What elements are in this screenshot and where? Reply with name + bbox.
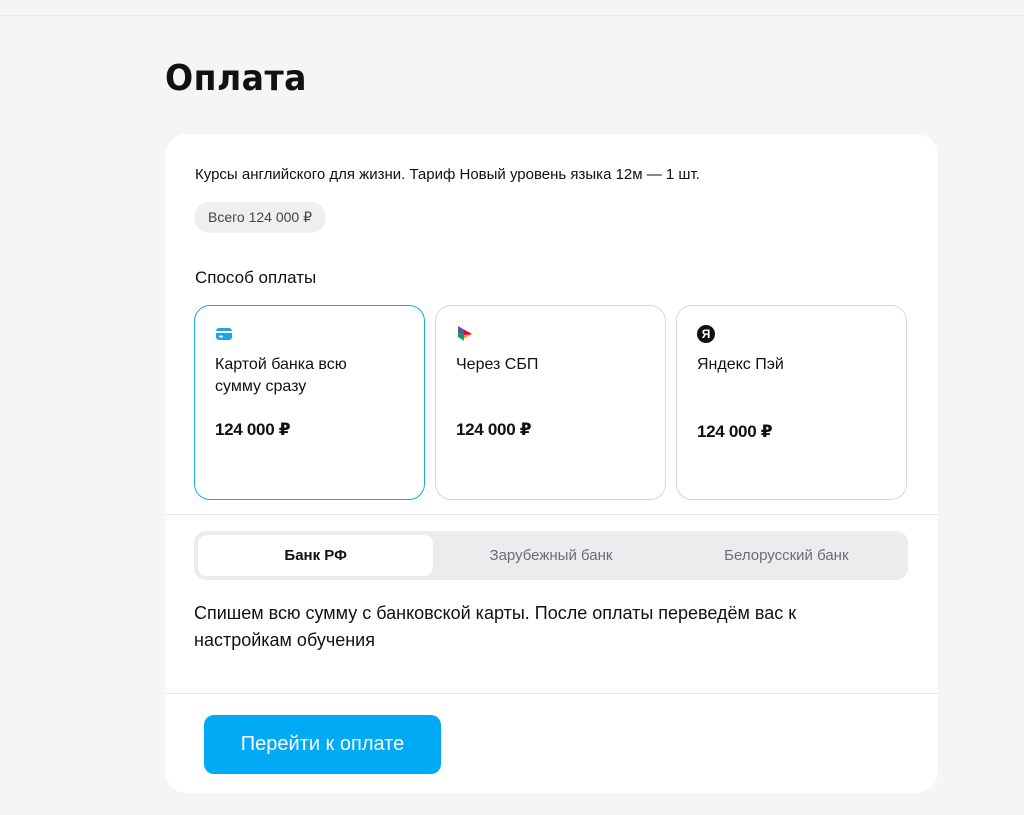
payment-method-yandex-pay[interactable]: Я Яндекс Пэй 124 000 ₽ — [676, 305, 907, 500]
method-label: Картой банка всю сумму сразу — [215, 356, 347, 395]
method-price: 124 000 ₽ — [215, 420, 291, 439]
tab-belarus-bank[interactable]: Белорусский банк — [669, 535, 904, 576]
sbp-icon — [456, 324, 645, 344]
card-icon — [215, 324, 404, 344]
payment-method-heading: Способ оплаты — [195, 268, 317, 287]
method-label: Яндекс Пэй — [697, 356, 784, 373]
total-badge: Всего 124 000 ₽ — [194, 202, 327, 233]
page-title: Оплата — [165, 58, 307, 99]
yandex-icon: Я — [697, 324, 886, 344]
method-price: 124 000 ₽ — [697, 422, 773, 441]
payment-method-card[interactable]: Картой банка всю сумму сразу 124 000 ₽ — [194, 305, 425, 500]
go-to-payment-button[interactable]: Перейти к оплате — [204, 715, 441, 774]
product-description: Курсы английского для жизни. Тариф Новый… — [195, 166, 700, 183]
tab-foreign-bank[interactable]: Зарубежный банк — [433, 535, 668, 576]
top-bar — [0, 0, 1024, 16]
divider — [165, 693, 938, 694]
bank-tabs: Банк РФ Зарубежный банк Белорусский банк — [194, 531, 908, 580]
payment-description: Спишем всю сумму с банковской карты. Пос… — [194, 603, 797, 650]
payment-method-sbp[interactable]: Через СБП 124 000 ₽ — [435, 305, 666, 500]
divider — [165, 514, 938, 515]
method-label: Через СБП — [456, 356, 539, 373]
tab-bank-rf[interactable]: Банк РФ — [198, 535, 434, 576]
payment-card: Курсы английского для жизни. Тариф Новый… — [165, 134, 938, 793]
method-price: 124 000 ₽ — [456, 420, 532, 439]
